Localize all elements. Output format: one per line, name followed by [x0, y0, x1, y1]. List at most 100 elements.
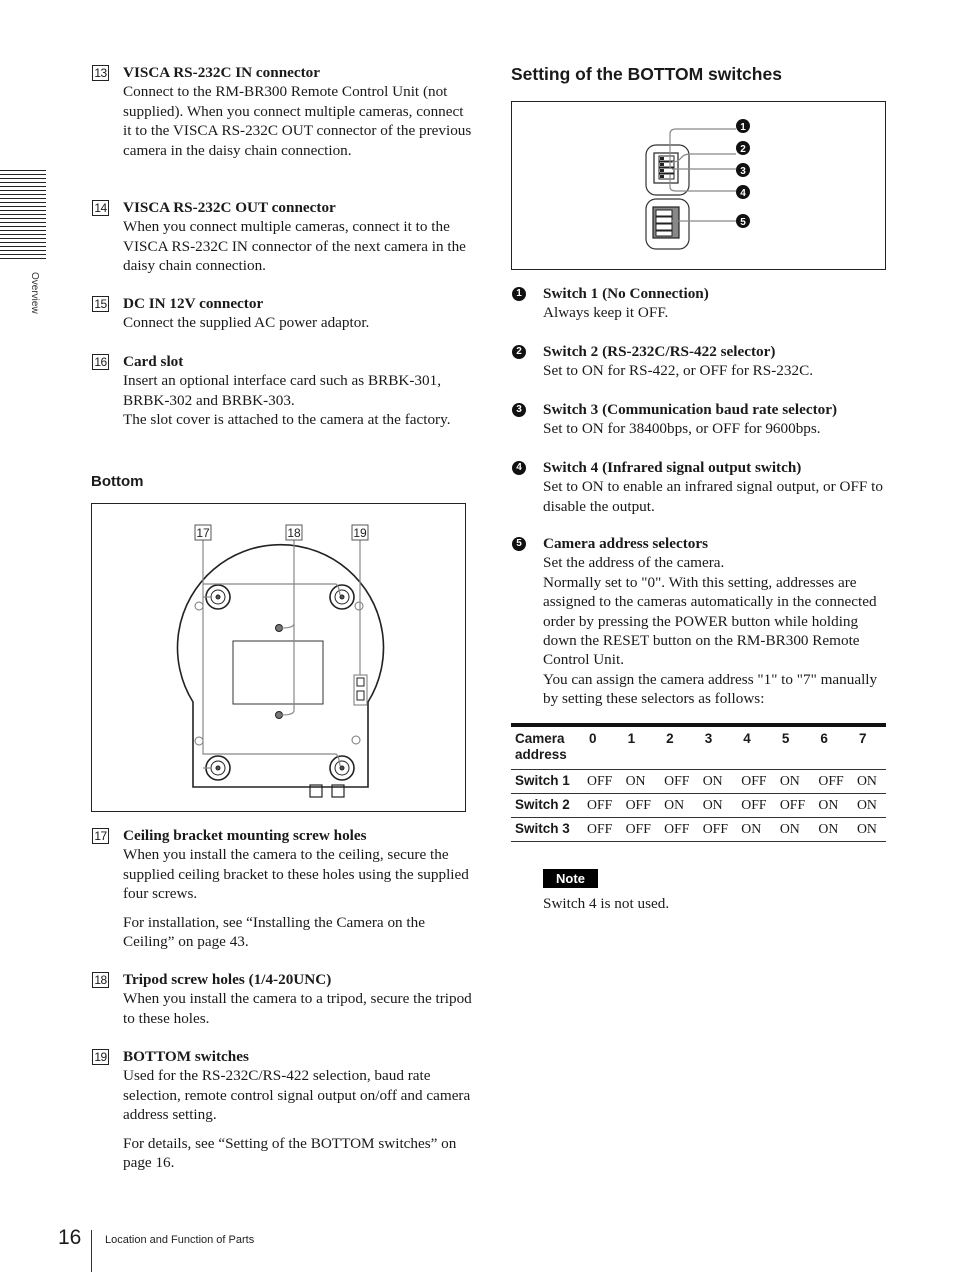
table-cell: OFF	[664, 773, 690, 788]
row-label: Switch 1	[515, 773, 570, 788]
table-cell: OFF	[741, 773, 767, 788]
switch-item-2: 2 Switch 2 (RS-232C/RS-422 selector) Set…	[511, 342, 891, 381]
table-header-cell: 6	[820, 731, 828, 746]
item-title: Camera address selectors	[543, 535, 709, 552]
note-text: Switch 4 is not used.	[543, 895, 670, 912]
bottom-switches-diagram: 1 2 3 4 5	[511, 101, 886, 270]
callout-leader-lines	[669, 128, 736, 222]
callout-badge-17: 17	[194, 524, 212, 541]
item-description: Used for the RS-232C/RS-422 selection, b…	[123, 1067, 471, 1124]
list-item-19: 19 BOTTOM switches Used for the RS-232C/…	[92, 1047, 472, 1172]
item-title: Card slot	[123, 353, 184, 370]
callout-5: 5	[736, 214, 750, 228]
section-heading-bottom: Bottom	[91, 473, 144, 490]
camera-address-table: Camera address 0 1 2 3 4 5 6 7 Switch 1 …	[511, 723, 886, 842]
svg-text:4: 4	[740, 188, 746, 199]
item-number-badge: 13	[92, 65, 109, 81]
table-cell: ON	[741, 821, 762, 836]
item-description: When you connect multiple cameras, conne…	[123, 218, 466, 275]
item-description: When you install the camera to the ceili…	[123, 846, 469, 903]
table-cell: ON	[856, 773, 877, 788]
table-cell: OFF	[702, 821, 728, 836]
table-header-cell: 7	[858, 731, 867, 746]
table-cell: OFF	[625, 821, 651, 836]
list-item-16: 16 Card slot Insert an optional interfac…	[92, 352, 472, 430]
item-title: Switch 1 (No Connection)	[543, 285, 709, 302]
ceiling-mount-hole	[329, 584, 355, 610]
item-description: The slot cover is attached to the camera…	[123, 411, 451, 429]
table-header-cell: 4	[743, 731, 751, 746]
table-header-cell: 1	[627, 731, 636, 746]
table-cell: ON	[702, 773, 723, 788]
item-title: VISCA RS-232C IN connector	[123, 64, 321, 81]
item-number-badge: 19	[92, 1049, 109, 1065]
item-description: Insert an optional interface card such a…	[123, 372, 441, 409]
item-description: Set to ON for RS-422, or OFF for RS-232C…	[543, 362, 814, 380]
tripod-hole	[275, 624, 283, 632]
item-description: Set the address of the camera.	[543, 554, 725, 572]
camera-bottom-illustration: 17 18 19	[176, 524, 385, 798]
table-cell: ON	[779, 773, 800, 788]
item-number-circle: 4	[512, 461, 526, 475]
svg-text:2: 2	[740, 144, 746, 155]
section-tab-label: Overview	[29, 272, 40, 314]
table-cell: ON	[702, 797, 723, 812]
guide-hole	[194, 601, 204, 611]
svg-text:1: 1	[740, 122, 746, 133]
item-description: Set to ON for 38400bps, or OFF for 9600b…	[543, 420, 821, 438]
callout-badge-19: 19	[351, 524, 369, 541]
item-title: VISCA RS-232C OUT connector	[123, 199, 336, 216]
table-cell: OFF	[664, 821, 690, 836]
table-header-label: Camera address	[515, 731, 567, 762]
switch-item-1: 1 Switch 1 (No Connection) Always keep i…	[511, 284, 891, 323]
bottom-switch	[356, 677, 365, 687]
item-description: You can assign the camera address "1" to…	[543, 670, 878, 708]
table-header-cell: 0	[589, 731, 597, 746]
section-tab-bars	[0, 170, 46, 260]
table-cell: ON	[856, 797, 877, 812]
item-description: Connect the supplied AC power adaptor.	[123, 314, 370, 332]
switch-item-5: 5 Camera address selectors Set the addre…	[511, 534, 891, 709]
list-item-17: 17 Ceiling bracket mounting screw holes …	[92, 826, 472, 951]
item-title: Tripod screw holes (1/4-20UNC)	[123, 971, 332, 988]
item-title: Ceiling bracket mounting screw holes	[123, 827, 367, 844]
table-row: Switch 3 OFF OFF OFF OFF ON ON ON ON	[511, 818, 886, 842]
callout-label: 19	[353, 526, 367, 540]
list-item-13: 13 VISCA RS-232C IN connector Connect to…	[92, 63, 472, 160]
table-row: Switch 2 OFF OFF ON ON OFF OFF ON ON	[511, 794, 886, 818]
svg-text:5: 5	[740, 217, 746, 228]
row-label: Switch 2	[515, 797, 570, 812]
switch-item-3: 3 Switch 3 (Communication baud rate sele…	[511, 400, 891, 439]
item-reference: For installation, see “Installing the Ca…	[123, 913, 425, 951]
callout-1: 1	[736, 119, 750, 133]
item-number-circle: 5	[512, 537, 526, 551]
footer-divider	[91, 1230, 92, 1272]
table-cell: OFF	[779, 797, 806, 812]
item-number-circle: 3	[512, 403, 526, 417]
item-description: When you install the camera to a tripod,…	[123, 990, 472, 1027]
table-header-cell: 5	[781, 731, 790, 746]
item-number-circle: 1	[512, 287, 526, 301]
guide-hole	[194, 736, 204, 746]
ceiling-mount-hole	[329, 755, 355, 781]
callout-4: 4	[736, 185, 750, 199]
camera-body-outline	[176, 543, 385, 788]
callout-label: 17	[196, 526, 210, 540]
page-number: 16	[58, 1226, 82, 1249]
table-cell: ON	[779, 821, 800, 836]
table-header-cell: 3	[704, 731, 713, 746]
footer-section-title: Location and Function of Parts	[105, 1234, 255, 1246]
item-number-badge: 18	[92, 972, 109, 988]
item-title: Switch 2 (RS-232C/RS-422 selector)	[543, 343, 776, 360]
item-description: Connect to the RM-BR300 Remote Control U…	[123, 83, 472, 159]
camera-bottom-diagram: 17 18 19	[91, 503, 466, 812]
item-title: DC IN 12V connector	[123, 295, 264, 312]
section-heading-switches: Setting of the BOTTOM switches	[511, 64, 782, 84]
table-cell: ON	[818, 821, 839, 836]
table-cell: ON	[856, 821, 877, 836]
item-description: Always keep it OFF.	[543, 304, 669, 322]
item-title: Switch 3 (Communication baud rate select…	[543, 401, 838, 418]
table-cell: OFF	[587, 773, 613, 788]
svg-text:3: 3	[740, 166, 746, 177]
callout-badge-18: 18	[285, 524, 303, 541]
